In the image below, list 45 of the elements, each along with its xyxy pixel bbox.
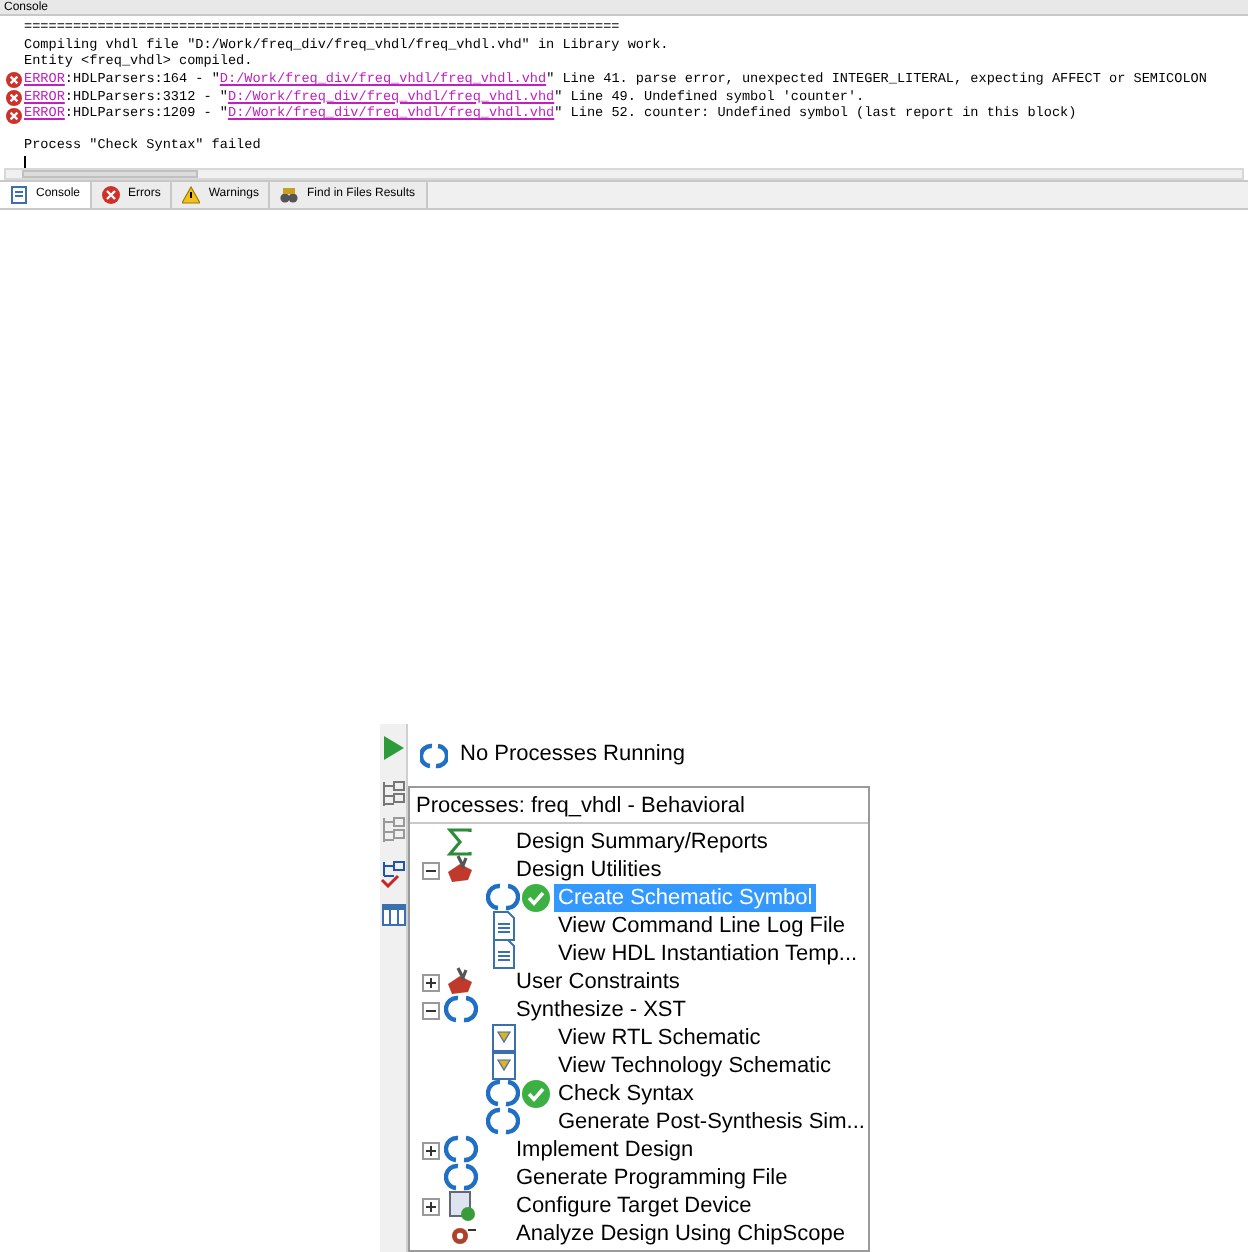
refresh-icon xyxy=(486,1106,520,1138)
tree-item[interactable]: View RTL Schematic xyxy=(554,1024,765,1052)
tree-item[interactable]: Generate Programming File xyxy=(512,1164,792,1192)
device-icon xyxy=(444,1190,478,1222)
tree-item[interactable]: Design Summary/Reports xyxy=(512,828,772,856)
refresh-icon xyxy=(444,1134,478,1166)
refresh-icon xyxy=(486,882,520,914)
toolbox-icon xyxy=(444,854,478,886)
toolbox-icon xyxy=(444,966,478,998)
hierarchy-check-icon[interactable] xyxy=(380,860,406,888)
status-text: No Processes Running xyxy=(460,740,686,771)
expander-icon[interactable] xyxy=(422,1197,440,1215)
tree-item[interactable]: Check Syntax xyxy=(554,1080,698,1108)
horizontal-scrollbar[interactable] xyxy=(4,168,1244,180)
tree-item[interactable]: Generate Post-Synthesis Sim... xyxy=(554,1108,869,1136)
schematic-icon xyxy=(486,1050,520,1082)
expander-icon[interactable] xyxy=(422,973,440,991)
schematic-icon xyxy=(486,1022,520,1054)
tree-item[interactable]: Analyze Design Using ChipScope xyxy=(512,1220,849,1248)
warning-icon xyxy=(182,186,201,204)
tree-item[interactable]: Implement Design xyxy=(512,1136,698,1164)
refresh-icon xyxy=(444,1162,478,1194)
text-cursor xyxy=(24,156,26,168)
refresh-icon xyxy=(444,994,478,1026)
hierarchy-icon[interactable] xyxy=(380,780,406,808)
error-icon xyxy=(102,186,121,204)
refresh-icon xyxy=(486,1078,520,1110)
tree-item[interactable]: Synthesize - XST xyxy=(512,996,690,1024)
expander-icon[interactable] xyxy=(422,861,440,879)
binoculars-icon xyxy=(280,186,299,204)
tree-item[interactable]: View Command Line Log File xyxy=(554,912,849,940)
refresh-icon xyxy=(420,741,448,769)
tree-item[interactable]: View Technology Schematic xyxy=(554,1052,836,1080)
tree-item[interactable]: Design Utilities xyxy=(512,856,666,884)
expander-icon[interactable] xyxy=(422,1001,440,1019)
run-icon[interactable] xyxy=(382,736,404,760)
tree-item[interactable]: User Constraints xyxy=(512,968,684,996)
tree-item[interactable]: Configure Target Device xyxy=(512,1192,756,1220)
sigma-icon xyxy=(444,826,478,858)
tree-item[interactable]: View HDL Instantiation Temp... xyxy=(554,940,862,968)
expander-icon[interactable] xyxy=(422,1141,440,1159)
panel-header: Processes: freq_vhdl - Behavioral xyxy=(410,788,869,824)
document-icon xyxy=(10,186,28,204)
scrollbar-thumb[interactable] xyxy=(22,170,198,178)
table-icon[interactable] xyxy=(381,904,405,926)
